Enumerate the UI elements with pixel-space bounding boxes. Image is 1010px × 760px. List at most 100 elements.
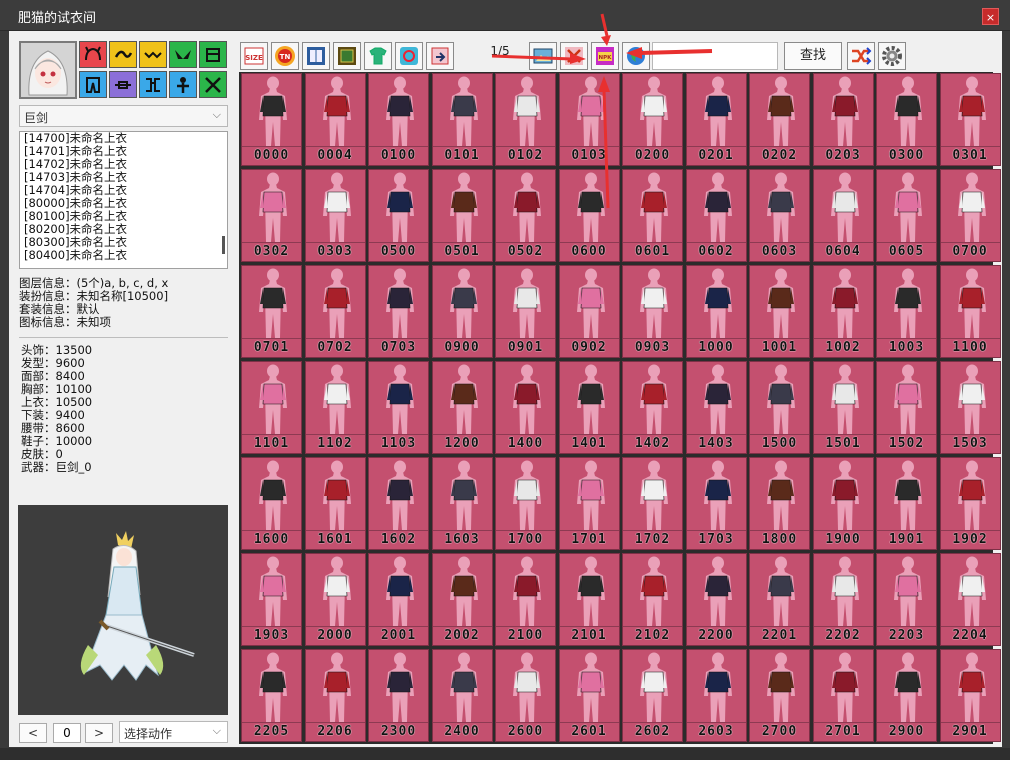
costume-item[interactable]: 1903 bbox=[241, 553, 302, 646]
action-select[interactable]: 选择动作 ⌵ bbox=[119, 721, 228, 743]
costume-item[interactable]: 2101 bbox=[558, 553, 620, 646]
size-button[interactable]: SIZE bbox=[240, 42, 268, 70]
costume-item[interactable]: 0600 bbox=[558, 169, 620, 262]
costume-item[interactable]: 1402 bbox=[622, 361, 683, 454]
costume-item[interactable]: 1800 bbox=[749, 457, 810, 550]
list-scrollbar[interactable] bbox=[222, 236, 225, 254]
costume-item[interactable]: 1602 bbox=[368, 457, 429, 550]
costume-item[interactable]: 1401 bbox=[558, 361, 620, 454]
costume-item[interactable]: 2100 bbox=[495, 553, 556, 646]
refresh-button[interactable] bbox=[395, 42, 423, 70]
costume-item[interactable]: 0901 bbox=[495, 265, 556, 358]
slot-cap-icon[interactable] bbox=[79, 41, 107, 68]
costume-item[interactable]: 0103 bbox=[558, 73, 620, 166]
costume-item[interactable]: 2205 bbox=[241, 649, 302, 742]
costume-item[interactable]: 0702 bbox=[304, 265, 366, 358]
costume-item[interactable]: 1003 bbox=[876, 265, 937, 358]
character-preview[interactable] bbox=[18, 505, 228, 715]
shuffle-button[interactable] bbox=[847, 42, 875, 70]
costume-item[interactable]: 1703 bbox=[685, 457, 747, 550]
costume-item[interactable]: 1001 bbox=[749, 265, 810, 358]
costume-item[interactable]: 1103 bbox=[368, 361, 429, 454]
costume-item[interactable]: 0605 bbox=[876, 169, 937, 262]
costume-item[interactable]: 1000 bbox=[685, 265, 747, 358]
costume-item[interactable]: 0501 bbox=[431, 169, 493, 262]
costume-item[interactable]: 2600 bbox=[495, 649, 556, 742]
costume-item[interactable]: 2701 bbox=[812, 649, 874, 742]
costume-item[interactable]: 1101 bbox=[241, 361, 302, 454]
costume-item[interactable]: 1002 bbox=[812, 265, 874, 358]
costume-item[interactable]: 1100 bbox=[939, 265, 1001, 358]
costume-item[interactable]: 2204 bbox=[939, 553, 1001, 646]
costume-item[interactable]: 2200 bbox=[685, 553, 747, 646]
costume-item[interactable]: 1702 bbox=[622, 457, 683, 550]
costume-item[interactable]: 1900 bbox=[812, 457, 874, 550]
costume-item[interactable]: 1700 bbox=[495, 457, 556, 550]
costume-item[interactable]: 2201 bbox=[749, 553, 810, 646]
slot-belt-icon[interactable] bbox=[109, 71, 137, 98]
costume-item[interactable]: 0203 bbox=[812, 73, 874, 166]
costume-item[interactable]: 0202 bbox=[749, 73, 810, 166]
slot-hair-icon[interactable] bbox=[109, 41, 137, 68]
costume-item[interactable]: 0200 bbox=[622, 73, 683, 166]
costume-item[interactable]: 0902 bbox=[558, 265, 620, 358]
globe-button[interactable] bbox=[622, 42, 650, 70]
slot-skin-icon[interactable] bbox=[169, 71, 197, 98]
costume-item[interactable]: 2203 bbox=[876, 553, 937, 646]
costume-item[interactable]: 2901 bbox=[939, 649, 1001, 742]
book-button[interactable] bbox=[302, 42, 330, 70]
costume-item[interactable]: 2002 bbox=[431, 553, 493, 646]
costume-item[interactable]: 1400 bbox=[495, 361, 556, 454]
costume-item[interactable]: 1200 bbox=[431, 361, 493, 454]
costume-item[interactable]: 2206 bbox=[304, 649, 366, 742]
costume-item[interactable]: 0604 bbox=[812, 169, 874, 262]
item-listbox[interactable]: [14700]未命名上衣 [14701]未命名上衣 [14702]未命名上衣 [… bbox=[19, 131, 228, 269]
costume-item[interactable]: 0701 bbox=[241, 265, 302, 358]
settings-button[interactable] bbox=[878, 42, 906, 70]
slot-pants-icon[interactable] bbox=[79, 71, 107, 98]
costume-item[interactable]: 0201 bbox=[685, 73, 747, 166]
costume-item[interactable]: 2603 bbox=[685, 649, 747, 742]
costume-item[interactable]: 0903 bbox=[622, 265, 683, 358]
costume-item[interactable]: 2202 bbox=[812, 553, 874, 646]
costume-item[interactable]: 1500 bbox=[749, 361, 810, 454]
costume-item[interactable]: 2900 bbox=[876, 649, 937, 742]
close-box-button[interactable] bbox=[560, 42, 588, 70]
costume-item[interactable]: 1501 bbox=[812, 361, 874, 454]
costume-item[interactable]: 1503 bbox=[939, 361, 1001, 454]
slot-weapon-icon[interactable] bbox=[199, 71, 227, 98]
costume-item[interactable]: 0302 bbox=[241, 169, 302, 262]
costume-item[interactable]: 0900 bbox=[431, 265, 493, 358]
frame-button[interactable] bbox=[333, 42, 361, 70]
close-button[interactable]: × bbox=[982, 8, 999, 25]
next-frame-button[interactable]: > bbox=[85, 723, 113, 743]
costume-item[interactable]: 0601 bbox=[622, 169, 683, 262]
search-input[interactable] bbox=[652, 42, 778, 70]
costume-item[interactable]: 2300 bbox=[368, 649, 429, 742]
costume-item[interactable]: 0303 bbox=[304, 169, 366, 262]
find-button[interactable]: 查找 bbox=[784, 42, 842, 70]
costume-item[interactable]: 1102 bbox=[304, 361, 366, 454]
costume-item[interactable]: 2400 bbox=[431, 649, 493, 742]
costume-item[interactable]: 2102 bbox=[622, 553, 683, 646]
export-button[interactable] bbox=[426, 42, 454, 70]
costume-item[interactable]: 0004 bbox=[304, 73, 366, 166]
image-button[interactable] bbox=[529, 42, 557, 70]
costume-item[interactable]: 0700 bbox=[939, 169, 1001, 262]
costume-item[interactable]: 0703 bbox=[368, 265, 429, 358]
slot-coat-icon[interactable] bbox=[199, 41, 227, 68]
costume-item[interactable]: 2601 bbox=[558, 649, 620, 742]
prev-frame-button[interactable]: < bbox=[19, 723, 47, 743]
costume-item[interactable]: 1701 bbox=[558, 457, 620, 550]
slot-wings-icon[interactable] bbox=[169, 41, 197, 68]
list-item[interactable]: [80400]未命名上衣 bbox=[20, 249, 227, 262]
category-select[interactable]: 巨剑 ⌵ bbox=[19, 105, 228, 127]
costume-item[interactable]: 1603 bbox=[431, 457, 493, 550]
costume-item[interactable]: 2602 bbox=[622, 649, 683, 742]
costume-item[interactable]: 0301 bbox=[939, 73, 1001, 166]
npk-button[interactable]: NPK bbox=[591, 42, 619, 70]
costume-item[interactable]: 1601 bbox=[304, 457, 366, 550]
tn-button[interactable]: TN bbox=[271, 42, 299, 70]
costume-item[interactable]: 0502 bbox=[495, 169, 556, 262]
costume-item[interactable]: 0102 bbox=[495, 73, 556, 166]
